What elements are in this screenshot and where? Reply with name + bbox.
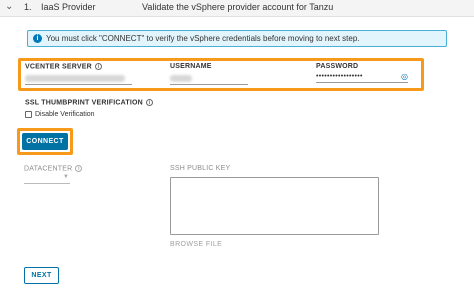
vcenter-server-label: VCENTER SERVER i [25,63,102,70]
datacenter-select[interactable]: ▼ [24,174,70,184]
connect-button[interactable]: CONNECT [22,133,68,150]
username-input[interactable] [170,75,248,85]
chevron-down-icon[interactable]: ⌄ [5,1,13,12]
help-icon[interactable]: i [145,99,153,106]
ssl-thumbprint-label: SSL THUMBPRINT VERIFICATION i [25,99,153,106]
password-label: PASSWORD [316,63,359,70]
username-label: USERNAME [170,63,212,70]
info-banner: i You must click "CONNECT" to verify the… [27,30,447,47]
step-description: Validate the vSphere provider account fo… [142,2,334,12]
help-icon[interactable]: i [75,165,83,172]
chevron-down-icon: ▼ [63,174,69,180]
ssh-public-key-textarea[interactable] [170,177,379,235]
ssh-public-key-label: SSH PUBLIC KEY [170,165,231,172]
next-button[interactable]: NEXT [24,267,59,284]
step-number: 1. [24,2,32,12]
datacenter-label: DATACENTER i [24,165,83,172]
vcenter-server-input[interactable] [25,75,132,85]
help-icon[interactable]: i [94,63,102,70]
browse-file-button[interactable]: BROWSE FILE [170,241,222,248]
vcenter-server-value-redacted [25,75,125,82]
username-value-redacted [170,75,192,82]
info-icon: i [33,34,42,43]
step-name: IaaS Provider [41,2,96,12]
eye-icon[interactable]: ◎ [401,72,408,81]
info-banner-text: You must click "CONNECT" to verify the v… [46,34,360,43]
disable-verification-checkbox[interactable] [25,111,32,118]
disable-verification-label[interactable]: Disable Verification [35,111,95,118]
step-header[interactable]: ⌄ 1. IaaS Provider Validate the vSphere … [0,0,474,17]
password-input[interactable]: ••••••••••••••••• ◎ [316,72,408,83]
password-value: ••••••••••••••••• [316,73,363,80]
